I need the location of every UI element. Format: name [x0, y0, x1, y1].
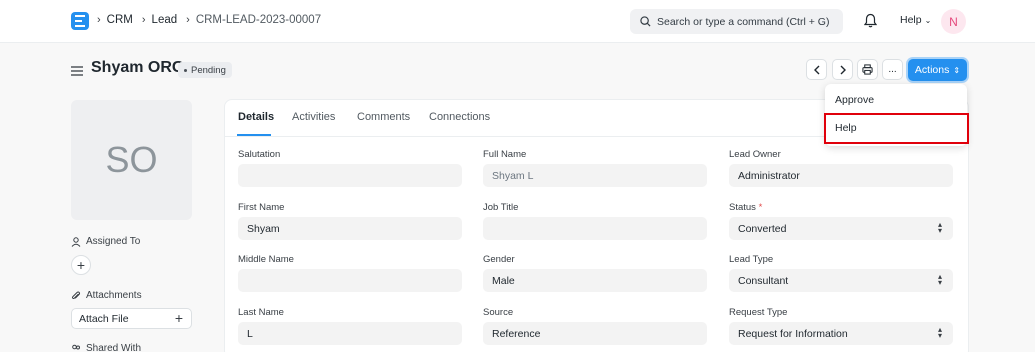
search-placeholder: Search or type a command (Ctrl + G) [657, 15, 830, 28]
attach-file-label: Attach File [79, 312, 129, 325]
highlight-box [824, 113, 969, 144]
actions-button[interactable]: Actions ⇕ [908, 59, 967, 81]
active-tab-indicator [237, 134, 271, 136]
search-input[interactable]: Search or type a command (Ctrl + G) [630, 9, 843, 34]
lead-owner-label: Lead Owner [729, 149, 781, 160]
first-name-field[interactable]: Shyam [238, 217, 462, 240]
salutation-field[interactable] [238, 164, 462, 187]
job-title-label: Job Title [483, 202, 519, 213]
breadcrumb-crm[interactable]: CRM [107, 14, 133, 26]
status-field-label-text: Status [729, 202, 756, 213]
previous-record-button[interactable] [806, 59, 827, 80]
select-arrows-icon: ▴ ▾ [937, 220, 942, 235]
source-field[interactable]: Reference [483, 322, 707, 345]
page-title: Shyam ORG [91, 59, 185, 76]
printer-icon [862, 64, 873, 75]
tab-comments[interactable]: Comments [357, 111, 410, 123]
middle-name-field[interactable] [238, 269, 462, 292]
shared-with-text: Shared With [86, 343, 142, 352]
attachments-text: Attachments [86, 290, 142, 301]
print-button[interactable] [857, 59, 878, 80]
status-dot-icon [184, 68, 187, 72]
chevron-right-icon: › [141, 14, 146, 26]
assigned-to-label: Assigned To [71, 236, 140, 247]
lead-type-select-value: Consultant [738, 274, 789, 287]
menu-item-approve[interactable]: Approve [835, 94, 874, 106]
breadcrumb-lead[interactable]: Lead [152, 14, 178, 26]
middle-name-label: Middle Name [238, 254, 294, 265]
status-label: Pending [191, 64, 226, 76]
lead-owner-field[interactable]: Administrator [729, 164, 953, 187]
avatar[interactable]: N [941, 9, 966, 34]
chevron-right-icon: › [97, 14, 101, 26]
notification-bell-icon[interactable] [863, 13, 878, 33]
plus-icon: + [174, 310, 183, 326]
chevron-down-icon: ⌄ [924, 15, 932, 25]
more-options-button[interactable]: ... [882, 59, 903, 80]
help-dropdown[interactable]: Help ⌄ [900, 14, 931, 26]
add-assignee-button[interactable]: + [71, 255, 91, 275]
status-select-value: Converted [738, 222, 787, 235]
required-mark: * [758, 202, 763, 213]
tab-details[interactable]: Details [238, 111, 274, 123]
lead-type-label: Lead Type [729, 254, 774, 265]
request-type-select-value: Request for Information [738, 327, 848, 340]
tab-connections[interactable]: Connections [429, 111, 490, 123]
chevron-right-icon [840, 65, 846, 74]
record-image-placeholder[interactable]: SO [71, 100, 192, 220]
logo-icon [75, 15, 85, 27]
status-badge: Pending [178, 62, 232, 78]
breadcrumb-current[interactable]: CRM-LEAD-2023-00007 [196, 14, 321, 26]
next-record-button[interactable] [832, 59, 853, 80]
help-label: Help [900, 14, 922, 26]
chevron-up-down-icon: ⇕ [953, 65, 961, 75]
lead-type-select[interactable]: Consultant ▴ ▾ [729, 269, 953, 292]
full-name-label: Full Name [483, 149, 527, 160]
last-name-label: Last Name [238, 307, 284, 318]
gender-label: Gender [483, 254, 515, 265]
job-title-field[interactable] [483, 217, 707, 240]
full-name-field[interactable]: Shyam L [483, 164, 707, 187]
assigned-to-text: Assigned To [86, 236, 141, 247]
last-name-field[interactable]: L [238, 322, 462, 345]
gender-field[interactable]: Male [483, 269, 707, 292]
select-arrows-icon: ▴ ▾ [937, 272, 942, 287]
users-icon [72, 344, 80, 349]
breadcrumb: › CRM › Lead › CRM-LEAD-2023-00007 [97, 14, 330, 26]
select-arrows-icon: ▴ ▾ [937, 325, 942, 340]
search-icon [640, 16, 651, 27]
attach-file-button[interactable]: Attach File + [71, 308, 192, 329]
chevron-right-icon: › [186, 14, 190, 26]
attachments-label: Attachments [71, 290, 142, 301]
chevron-left-icon [813, 65, 819, 74]
request-type-label: Request Type [729, 307, 788, 318]
status-select[interactable]: Converted ▴ ▾ [729, 217, 953, 240]
status-field-label: Status * [729, 202, 762, 213]
app-logo[interactable] [71, 12, 89, 30]
sidebar-toggle-icon[interactable] [71, 63, 83, 81]
tab-activities[interactable]: Activities [292, 111, 335, 123]
paperclip-icon [71, 291, 81, 299]
request-type-select[interactable]: Request for Information ▴ ▾ [729, 322, 953, 345]
shared-with-label: Shared With [71, 343, 141, 352]
actions-label: Actions [914, 64, 950, 76]
source-label: Source [483, 307, 514, 318]
more-label: ... [888, 64, 897, 75]
first-name-label: First Name [238, 202, 285, 213]
navbar: › CRM › Lead › CRM-LEAD-2023-00007 Searc… [0, 0, 1035, 43]
user-icon [71, 236, 81, 247]
salutation-label: Salutation [238, 149, 281, 160]
